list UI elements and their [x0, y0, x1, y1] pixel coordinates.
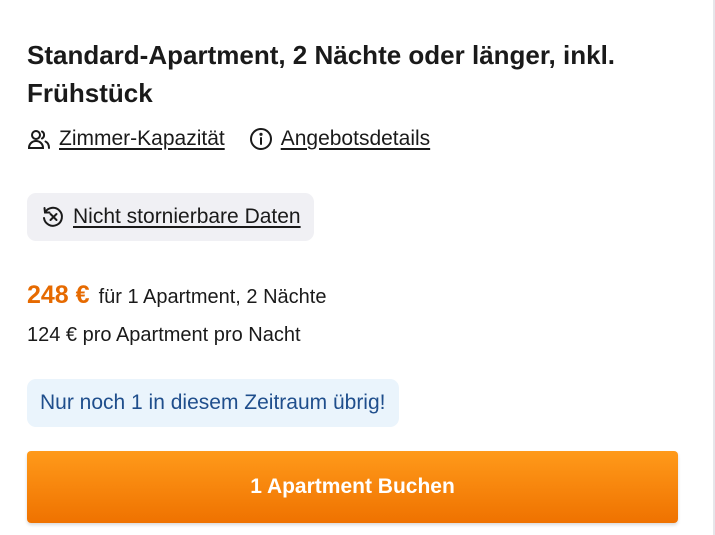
room-links: Zimmer-Kapazität Angebotsdetails [27, 124, 430, 154]
room-title: Standard-Apartment, 2 Nächte oder länger… [27, 40, 616, 108]
no-refund-icon [43, 206, 63, 227]
total-price: 248 € [27, 281, 90, 309]
info-icon [249, 128, 272, 150]
total-price-description: für 1 Apartment, 2 Nächte [98, 286, 327, 308]
people-icon [27, 130, 50, 149]
price-summary: 248 € für 1 Apartment, 2 Nächte [27, 281, 326, 310]
offer-details-link-label: Angebotsdetails [280, 127, 431, 150]
availability-message: Nur noch 1 in diesem Zeitraum übrig! [40, 391, 386, 414]
cancellation-policy-label: Nicht stornierbare Daten [73, 205, 301, 228]
book-button[interactable]: 1 Apartment Buchen [27, 451, 678, 523]
nightly-price: 124 € pro Apartment pro Nacht [27, 324, 301, 346]
offer-details-link[interactable]: Angebotsdetails [249, 127, 430, 151]
cancellation-policy-chip[interactable]: Nicht stornierbare Daten [27, 193, 314, 241]
capacity-link-label: Zimmer-Kapazität [59, 127, 225, 150]
capacity-link[interactable]: Zimmer-Kapazität [27, 127, 225, 151]
availability-badge: Nur noch 1 in diesem Zeitraum übrig! [27, 379, 399, 427]
